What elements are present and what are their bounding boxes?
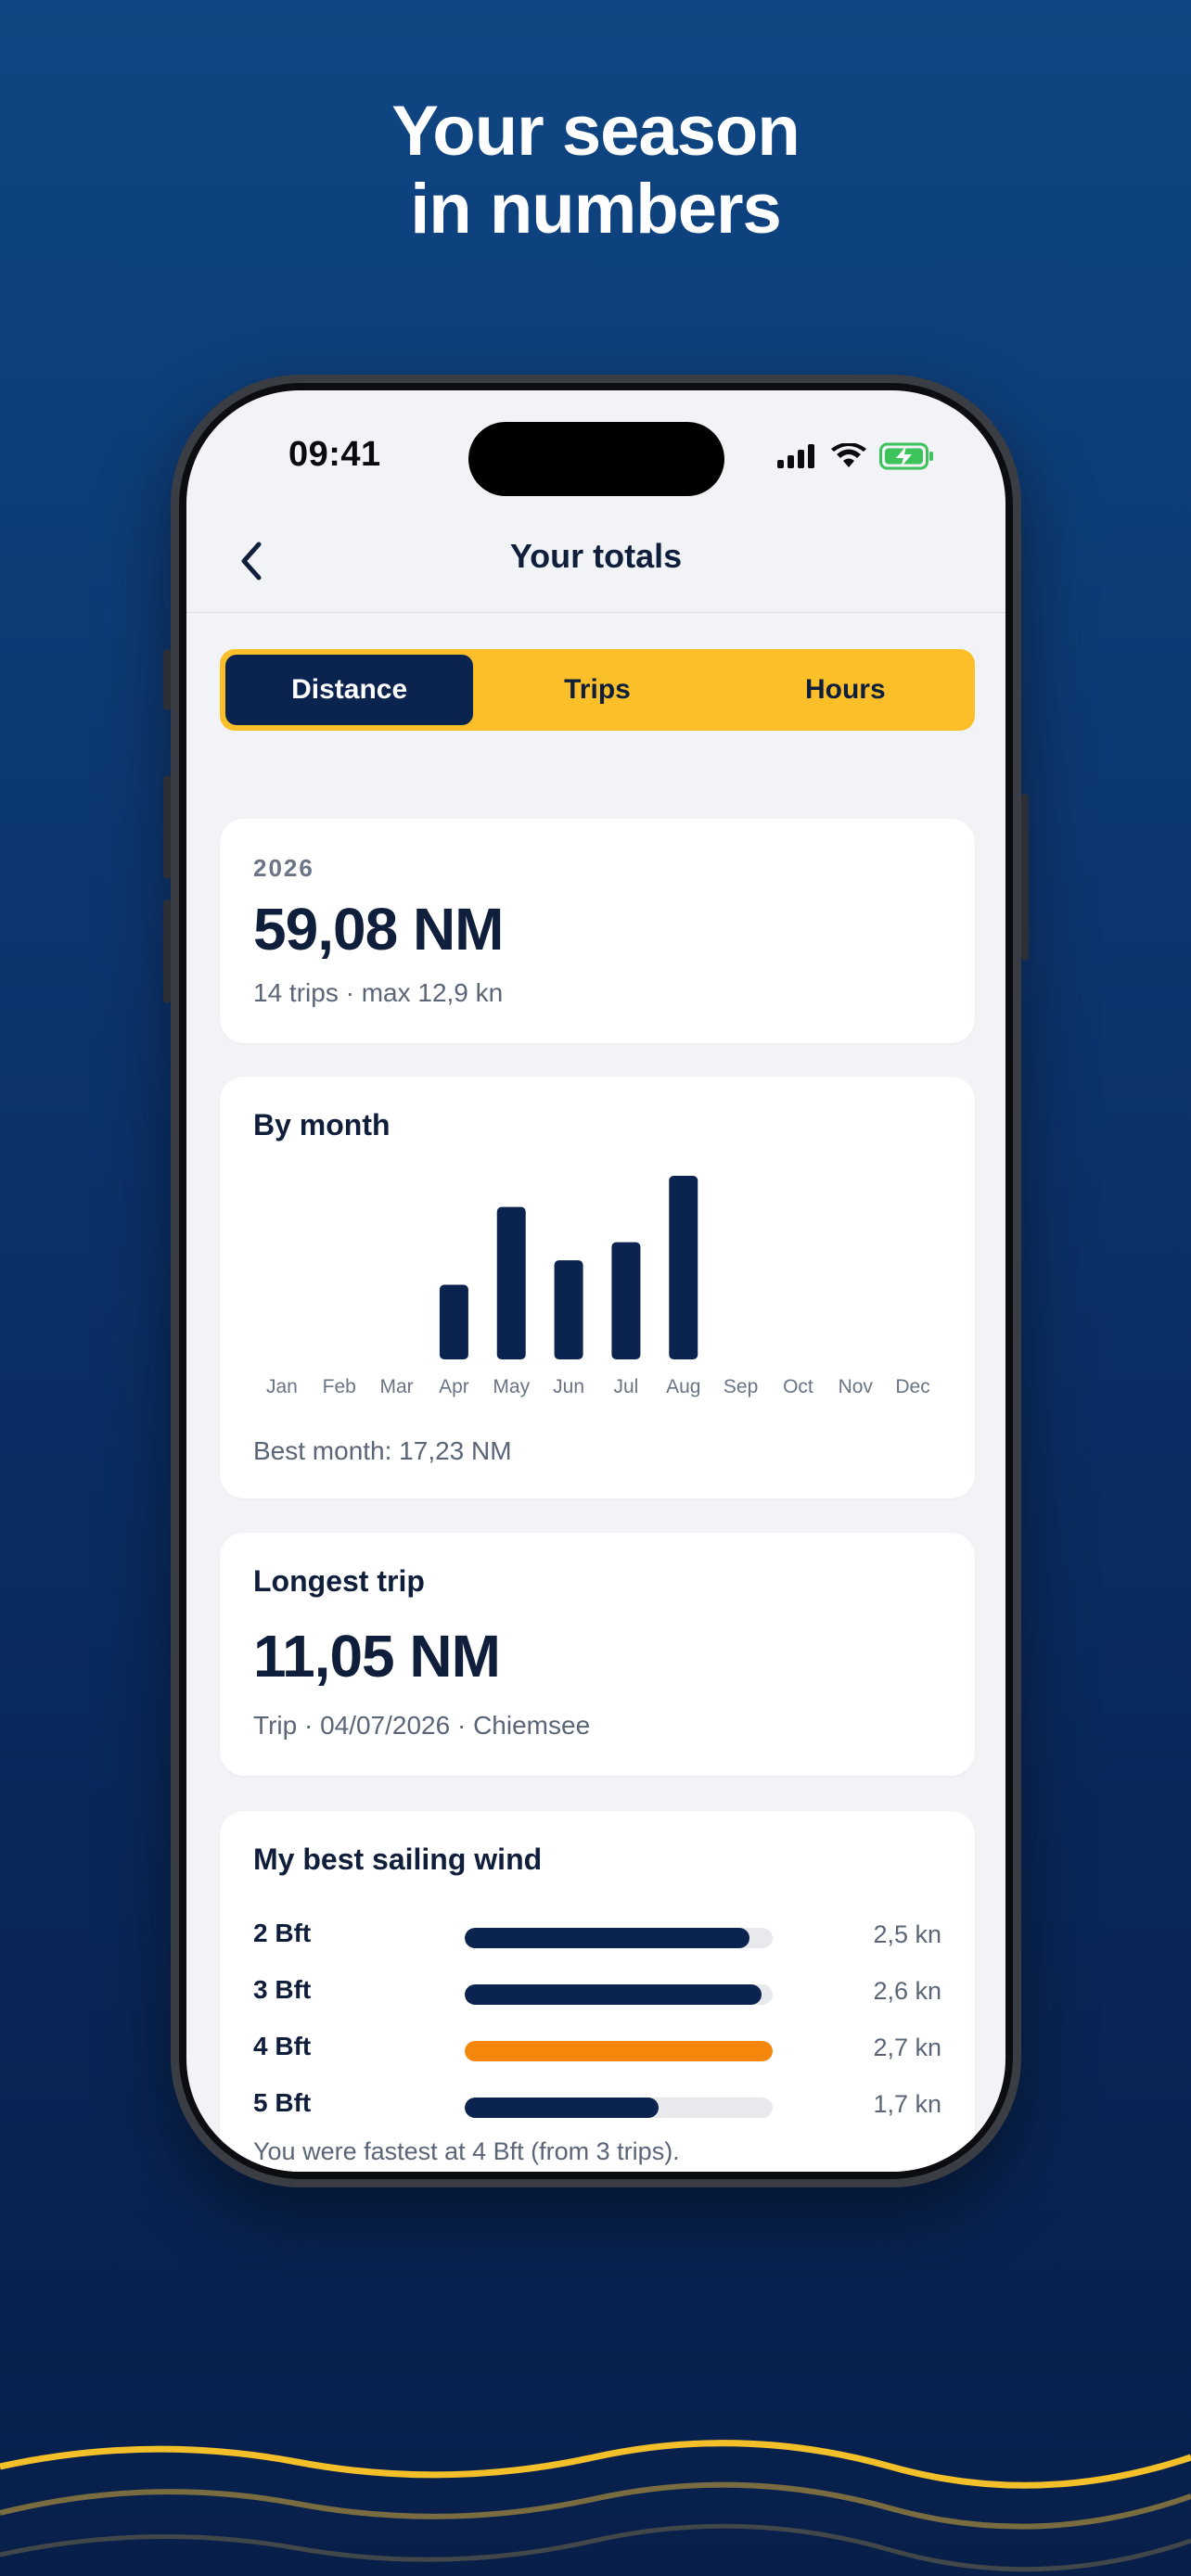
wind-value: 2,7 kn [873,2034,941,2061]
dynamic-island [468,422,724,496]
status-icons [777,442,935,470]
wind-bar-track [465,1984,773,2005]
wind-bar-track [465,2041,773,2061]
wind-value: 1,7 kn [873,2090,941,2118]
wind-label: 2 Bft [253,1919,312,1947]
month-tick-label: Jul [613,1376,638,1397]
wind-bar-fill [465,2098,660,2118]
nav-bar: Your totals [186,511,1005,613]
cellular-signal-icon [777,444,814,468]
best-wind-title: My best sailing wind [253,1843,543,1876]
tab-trips[interactable]: Trips [473,655,721,725]
wind-label: 4 Bft [253,2032,312,2060]
month-tick-label: Apr [439,1376,469,1397]
summary-distance: 59,08 NM [253,896,504,963]
bar-may [496,1206,526,1359]
wind-row: 5 Bft 1,7 kn [253,2085,941,2122]
volume-down-button [163,899,171,1003]
month-tick-label: Dec [895,1376,929,1397]
month-tick-label: Sep [724,1376,758,1397]
wind-row: 2 Bft 2,5 kn [253,1915,941,1952]
tab-distance[interactable]: Distance [225,655,474,725]
bar-jun [554,1260,583,1359]
best-wind-card: My best sailing wind 2 Bft 2,5 kn 3 Bft 2,6… [220,1811,975,2172]
month-tick-label: Oct [783,1376,813,1397]
wind-row: 4 Bft 2,7 kn [253,2028,941,2065]
headline-line-1: Your season [391,92,800,171]
longest-trip-subtitle: Trip · 04/07/2026 · Chiemsee [253,1711,591,1740]
wind-bar-fill [465,1928,750,1948]
wind-bar-fill [465,2041,773,2061]
month-tick-label: Jun [553,1376,584,1397]
month-tick-label: Mar [379,1376,413,1397]
metric-segmented-control: Distance Trips Hours [220,649,975,731]
wind-label: 3 Bft [253,1975,312,2004]
bar-aug [669,1176,698,1359]
best-month-label: Best month: 17,23 NM [253,1436,512,1465]
summary-year: 2026 [253,854,314,882]
month-tick-label: Jan [266,1376,298,1397]
month-tick-label: Nov [839,1376,874,1397]
wifi-icon [831,443,866,467]
by-month-card: By month Jan Feb Mar Apr May Jun Jul Aug Sep Oct N… [220,1077,975,1498]
summary-card: 2026 59,08 NM 14 trips · max 12,9 kn [220,819,975,1043]
headline: Your season in numbers [0,93,1191,249]
longest-trip-card[interactable]: Longest trip 11,05 NM Trip · 04/07/2026 … [220,1533,975,1776]
wind-bar-track [465,1928,773,1948]
wind-row: 3 Bft 2,6 kn [253,1971,941,2009]
tab-hours[interactable]: Hours [722,655,969,725]
longest-trip-title: Longest trip [253,1564,425,1598]
month-tick-label: May [493,1376,530,1397]
wind-bar-fill [465,1984,762,2005]
bar-jul [611,1242,641,1359]
bar-apr [439,1284,468,1359]
headline-line-2: in numbers [410,170,782,249]
month-bar-chart: Jan Feb Mar Apr May Jun Jul Aug Sep Oct Nov Dec [266,1176,930,1397]
status-time: 09:41 [288,435,381,474]
summary-subtitle: 14 trips · max 12,9 kn [253,978,504,1007]
wind-value: 2,5 kn [873,1920,941,1948]
page-title: Your totals [509,537,683,575]
longest-trip-distance: 11,05 NM [253,1623,501,1690]
month-tick-label: Aug [666,1376,700,1397]
by-month-title: By month [253,1108,391,1141]
wind-bar-track [465,2098,773,2118]
action-button [163,649,171,710]
battery-charging-icon [879,442,933,470]
month-tick-label: Feb [323,1376,356,1397]
phone-frame: 09:41 Your totals Distance Trips Hours 2… [163,375,1029,2187]
volume-up-button [163,775,171,879]
power-button [1021,794,1029,961]
wind-label: 5 Bft [253,2088,312,2117]
decorative-waves [0,2440,1191,2572]
wind-value: 2,6 kn [873,1977,941,2005]
best-wind-footnote: You were fastest at 4 Bft (from 3 trips)… [253,2137,680,2165]
app-screen: 09:41 Your totals Distance Trips Hours 2… [186,390,1005,2172]
